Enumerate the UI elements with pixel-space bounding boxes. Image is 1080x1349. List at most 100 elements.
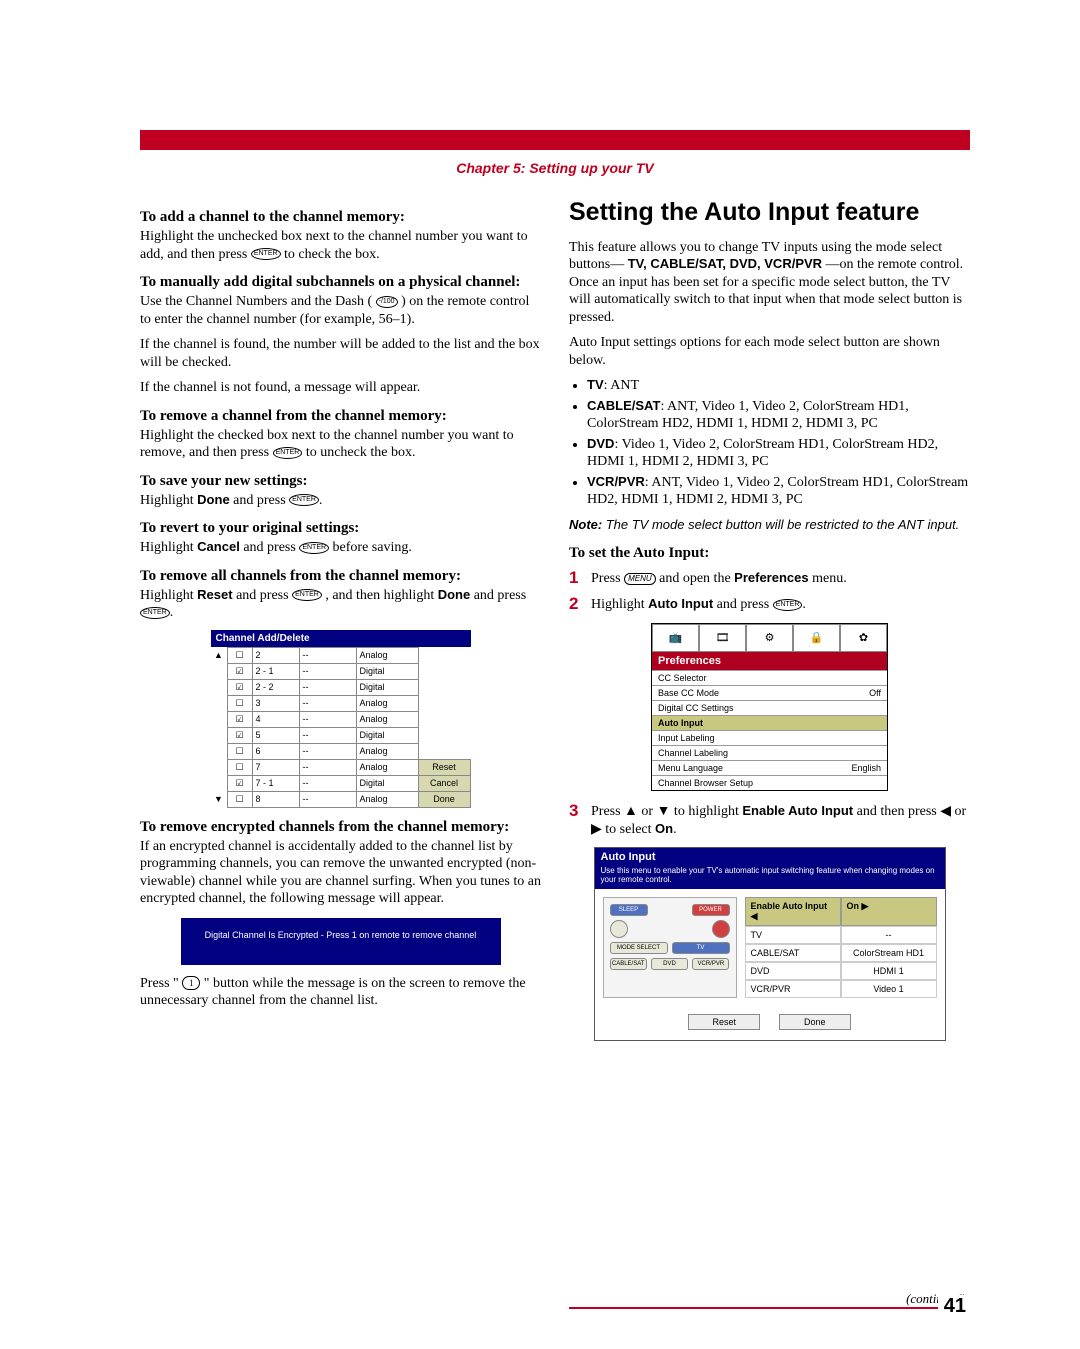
table-row: ☑2 - 2--Digital [211, 679, 471, 695]
text-notfound: If the channel is not found, a message w… [140, 379, 541, 397]
t: to check the box. [284, 247, 380, 262]
channel-add-delete-table: Channel Add/Delete ▲☐2--Analog☑2 - 1--Di… [211, 630, 471, 808]
table-row: ☐3--Analog [211, 695, 471, 711]
dash-icon: -/100 [376, 296, 398, 308]
done-label: Done [197, 492, 230, 507]
text-options-intro: Auto Input settings options for each mod… [569, 334, 970, 369]
remote-mock: SLEEP POWER MODE SELECT TV [603, 897, 737, 998]
enter-icon: ENTER [299, 542, 329, 554]
done-label: Done [438, 587, 471, 602]
t: and press [236, 588, 292, 603]
heading-encrypted: To remove encrypted channels from the ch… [140, 818, 541, 836]
pref-row[interactable]: Channel Labeling [652, 745, 887, 760]
step-3: 3 Press ▲ or ▼ to highlight Enable Auto … [569, 801, 970, 839]
tab-icon: 🎞 [699, 624, 746, 652]
step-text: Press ▲ or ▼ to highlight Enable Auto In… [591, 801, 970, 839]
chapter-heading: Chapter 5: Setting up your TV [140, 154, 970, 198]
step-num: 3 [569, 801, 591, 839]
remote-dvd: DVD [651, 958, 688, 970]
channel-table: ▲☐2--Analog☑2 - 1--Digital☑2 - 2--Digita… [211, 647, 471, 808]
continued-text: (continued) [569, 1291, 966, 1307]
note-text: The TV mode select button will be restri… [606, 517, 960, 532]
pref-row[interactable]: Input Labeling [652, 730, 887, 745]
text-encrypted: If an encrypted channel is accidentally … [140, 838, 541, 908]
auto-head-l: Enable Auto Input ◀ [745, 897, 841, 926]
t: menu. [812, 571, 847, 586]
heading-set-auto: To set the Auto Input: [569, 544, 970, 562]
text-press-one: Press " 1 " button while the message is … [140, 975, 541, 1010]
list-item: DVD: Video 1, Video 2, ColorStream HD1, … [587, 436, 970, 471]
two-column-layout: To add a channel to the channel memory: … [140, 198, 970, 1309]
step-text: Highlight Auto Input and press ENTER. [591, 594, 806, 614]
enter-icon: ENTER [273, 447, 303, 459]
pref-rows: CC SelectorBase CC ModeOffDigital CC Set… [652, 670, 887, 790]
auto-row: TV-- [745, 926, 937, 944]
pref-row[interactable]: Digital CC Settings [652, 700, 887, 715]
reset-button[interactable]: Reset [688, 1014, 760, 1030]
step-2: 2 Highlight Auto Input and press ENTER. [569, 594, 970, 614]
auto-input-table: Enable Auto Input ◀ On ▶ TV--CABLE/SATCo… [745, 897, 937, 998]
t: Press ▲ or ▼ to highlight [591, 804, 742, 819]
table-row: ☐7--AnalogReset [211, 759, 471, 775]
right-column: Setting the Auto Input feature This feat… [569, 198, 970, 1309]
header-red-bar [140, 130, 970, 150]
auto-buttons: Reset Done [595, 1006, 945, 1040]
auto-head: Enable Auto Input ◀ On ▶ [745, 897, 937, 926]
auto-input-label: Auto Input [648, 596, 713, 611]
text-manual-subch: Use the Channel Numbers and the Dash ( -… [140, 293, 541, 328]
page-number: 41 [938, 1295, 966, 1318]
remote-vcr: VCR/PVR [692, 958, 729, 970]
pref-row[interactable]: Channel Browser Setup [652, 775, 887, 790]
mode-list: TV, CABLE/SAT, DVD, VCR/PVR [628, 256, 822, 271]
t: to uncheck the box. [306, 445, 416, 460]
heading-manual-subch: To manually add digital subchannels on a… [140, 273, 541, 291]
auto-inner: SLEEP POWER MODE SELECT TV [595, 889, 945, 1006]
step-num: 1 [569, 568, 591, 588]
auto-desc: Use this menu to enable your TV's automa… [595, 866, 945, 889]
auto-head-r: On ▶ [841, 897, 937, 926]
tab-icon: 📺 [652, 624, 699, 652]
table-row: ☐6--Analog [211, 743, 471, 759]
footer: (continued) 41 [569, 1291, 970, 1309]
t: and press [233, 493, 289, 508]
encrypted-banner: Digital Channel Is Encrypted - Press 1 o… [181, 918, 501, 965]
remote-sleep: SLEEP [610, 904, 648, 916]
enable-auto-label: Enable Auto Input [742, 803, 853, 818]
t: Press " [140, 976, 179, 991]
auto-row: CABLE/SATColorStream HD1 [745, 944, 937, 962]
table-row: ▼☐8--AnalogDone [211, 791, 471, 807]
pref-label: Preferences [734, 570, 808, 585]
pref-row[interactable]: Auto Input [652, 715, 887, 730]
text-intro: This feature allows you to change TV inp… [569, 239, 970, 327]
enter-icon: ENTER [251, 248, 281, 260]
step-1: 1 Press MENU and open the Preferences me… [569, 568, 970, 588]
text-remove-channel: Highlight the checked box next to the ch… [140, 427, 541, 462]
pref-tabs: 📺 🎞 ⚙ 🔒 ✿ [652, 624, 887, 652]
enter-icon: ENTER [292, 589, 322, 601]
table-row: ☑2 - 1--Digital [211, 663, 471, 679]
tab-icon: 🔒 [793, 624, 840, 652]
enter-icon: ENTER [773, 599, 803, 611]
reset-label: Reset [197, 587, 232, 602]
cancel-label: Cancel [197, 539, 240, 554]
text-save: Highlight Done and press ENTER. [140, 492, 541, 510]
remote-cbl: CABLE/SAT [610, 958, 647, 970]
text-revert: Highlight Cancel and press ENTER before … [140, 539, 541, 557]
pref-row[interactable]: Base CC ModeOff [652, 685, 887, 700]
tab-icon: ✿ [840, 624, 887, 652]
page: Chapter 5: Setting up your TV To add a c… [0, 0, 1080, 1349]
done-button[interactable]: Done [779, 1014, 851, 1030]
table-row: ☑7 - 1--DigitalCancel [211, 775, 471, 791]
pref-row[interactable]: CC Selector [652, 670, 887, 685]
table-title: Channel Add/Delete [211, 630, 471, 647]
remote-mode: MODE SELECT [610, 942, 668, 954]
t: Highlight [140, 588, 197, 603]
auto-row: VCR/PVRVideo 1 [745, 980, 937, 998]
remote-led-icon [610, 920, 628, 938]
enter-icon: ENTER [140, 607, 170, 619]
heading-remove-channel: To remove a channel from the channel mem… [140, 407, 541, 425]
pref-row[interactable]: Menu LanguageEnglish [652, 760, 887, 775]
auto-title: Auto Input [595, 848, 945, 866]
t: and open the [659, 571, 734, 586]
on-label: On [655, 821, 673, 836]
